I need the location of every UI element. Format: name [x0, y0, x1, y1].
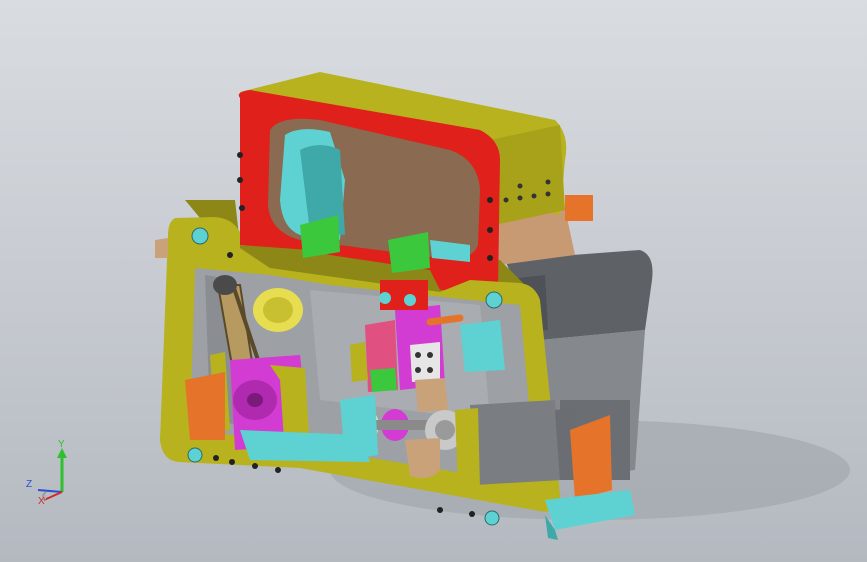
x-axis-label: X	[38, 496, 45, 507]
stepper-motor-right	[455, 400, 580, 490]
mechanism-model[interactable]	[0, 0, 867, 562]
orange-support-left	[185, 372, 225, 440]
orange-support	[570, 415, 612, 500]
triad-graphic	[37, 448, 67, 501]
y-axis-label: Y	[58, 439, 65, 450]
left-tab	[155, 238, 168, 258]
axis-triad: Y Z X	[18, 440, 78, 510]
cad-viewport[interactable]: Y Z X	[0, 0, 867, 562]
z-axis-label: Z	[26, 479, 33, 490]
